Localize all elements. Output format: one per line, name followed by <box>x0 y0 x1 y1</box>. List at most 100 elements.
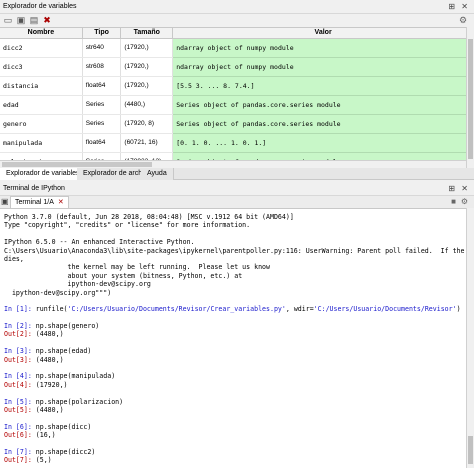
console-tab-label: Terminal 1/A <box>15 199 54 206</box>
terminal-icon[interactable]: ▣ <box>1 197 9 206</box>
cell-name[interactable]: genero <box>0 114 83 134</box>
console-text: IPython 6.5.0 -- An enhanced Interactive… <box>4 238 195 247</box>
cell-value[interactable]: [0. 1. 0. ... 1. 0. 1.] <box>172 133 474 153</box>
console-text: (17920,) <box>35 380 68 389</box>
cell-type[interactable]: str640 <box>82 38 122 58</box>
cell-type[interactable]: str608 <box>82 57 122 77</box>
tab-terminal-1a[interactable]: Terminal 1/A ✕ <box>10 196 69 208</box>
column-header-name[interactable]: Nombre <box>0 28 83 39</box>
cell-name[interactable]: distancia <box>0 76 83 96</box>
cell-name[interactable]: edad <box>0 95 83 115</box>
pane-controls[interactable]: ⊞ ✕ <box>448 184 470 193</box>
cell-type[interactable]: float64 <box>82 133 122 153</box>
variables-vertical-scrollbar[interactable] <box>466 27 474 168</box>
output-prompt: Out[2]: <box>4 330 36 339</box>
delete-icon[interactable]: ✖ <box>42 15 52 25</box>
table-row[interactable]: manipulada float64 (60721, 16) [0. 1. 0. ..… <box>0 133 474 153</box>
scrollbar-thumb[interactable] <box>468 39 473 159</box>
cell-value[interactable]: Series object of pandas.core.series modu… <box>172 95 474 115</box>
console-vertical-scrollbar[interactable] <box>466 208 474 468</box>
cell-type[interactable]: Series <box>82 95 122 115</box>
output-prompt: Out[5]: <box>4 405 36 414</box>
save-icon[interactable]: ▣ <box>16 15 26 25</box>
file-path: 'C:/Users/Usuario/Documents/Revisor' <box>313 305 457 314</box>
console-text: Type "copyright", "credits" or "license"… <box>4 221 251 230</box>
variable-explorer-title: Explorador de variables <box>3 3 77 10</box>
table-row[interactable]: edad Series (4480,) Series object of pandas… <box>0 95 474 115</box>
cell-size[interactable]: (17920, 8) <box>120 114 174 134</box>
cell-value[interactable]: [5.5 3. ... 8. 7.4.] <box>172 76 474 96</box>
pane-controls[interactable]: ⊞ ✕ <box>448 2 470 11</box>
console-text: (5,) <box>35 456 52 465</box>
cell-size[interactable]: (60721, 16) <box>120 133 174 153</box>
variables-table[interactable]: Nombre Tipo Tamaño Valor dicc2 str640 (179… <box>0 27 474 168</box>
gear-icon[interactable]: ⚙ <box>458 15 468 25</box>
cell-size[interactable]: (17920,) <box>120 57 174 77</box>
console-line: In [4]: np.shape(manipulada) <box>4 372 466 380</box>
scrollbar-thumb[interactable] <box>2 162 152 167</box>
cell-value[interactable]: Series object of pandas.core.series modu… <box>172 114 474 134</box>
console-text: about your system (bitness, Python, etc.… <box>4 271 243 280</box>
column-header-type[interactable]: Tipo <box>82 28 122 39</box>
tab-variable-explorer[interactable]: Explorador de variables <box>0 168 87 180</box>
cell-type[interactable]: float64 <box>82 76 122 96</box>
console-line: IPython 6.5.0 -- An enhanced Interactive… <box>4 238 466 246</box>
table-row[interactable]: distancia float64 (17920,) [5.5 3. ... 8. 7… <box>0 76 474 96</box>
console-text: ) <box>456 305 461 314</box>
output-prompt: Out[4]: <box>4 380 36 389</box>
console-line: C:\Users\Usuario\Anaconda3\lib\site-pack… <box>4 247 466 255</box>
console-line: Out[6]: (16,) <box>4 431 466 439</box>
console-tabbar: ▣ Terminal 1/A ✕ ■ ⚙ <box>0 196 474 208</box>
console-line: about your system (bitness, Python, etc.… <box>4 272 466 280</box>
cell-size[interactable]: (17920,) <box>120 76 174 96</box>
cell-name[interactable]: dicc2 <box>0 38 83 58</box>
console-line: In [1]: runfile('C:/Users/Usuario/Docume… <box>4 305 466 313</box>
console-text: np.shape(edad) <box>35 347 92 356</box>
tab-help[interactable]: Ayuda <box>141 168 174 180</box>
pane-tabbar: Explorador de variables Explorador de ar… <box>0 168 474 180</box>
cell-size[interactable]: (4480,) <box>120 95 174 115</box>
cell-name[interactable]: dicc3 <box>0 57 83 77</box>
console-line: ipython-dev@scipy.org""") <box>4 289 466 297</box>
gear-icon[interactable]: ⚙ <box>461 197 468 206</box>
console-text: ipython-dev@scipy.org""") <box>4 288 112 297</box>
column-header-size[interactable]: Tamaño <box>120 28 174 39</box>
input-prompt: In [4]: <box>4 372 36 381</box>
import-icon[interactable]: ▭ <box>3 15 13 25</box>
cell-value[interactable]: ndarray object of numpy module <box>172 57 474 77</box>
console-line: the kernel may be left running. Please l… <box>4 263 466 271</box>
cell-size[interactable]: (17920,) <box>120 38 174 58</box>
stop-icon[interactable]: ■ <box>451 197 456 206</box>
variables-horizontal-scrollbar[interactable] <box>0 160 466 168</box>
console-line: Out[7]: (5,) <box>4 456 466 464</box>
input-prompt: In [1]: <box>4 305 36 314</box>
console-text: (4480,) <box>35 330 64 339</box>
save-as-icon[interactable]: ▤ <box>29 15 39 25</box>
scrollbar-thumb[interactable] <box>468 436 473 464</box>
cell-type[interactable]: Series <box>82 114 122 134</box>
close-icon[interactable]: ✕ <box>58 199 64 206</box>
cell-name[interactable]: manipulada <box>0 133 83 153</box>
console-line: dies, <box>4 255 466 263</box>
console-text: C:\Users\Usuario\Anaconda3\lib\site-pack… <box>4 246 466 255</box>
console-text: (4480,) <box>35 405 64 414</box>
console-text: np.shape(genero) <box>35 322 100 331</box>
variable-explorer-toolbar: ▭ ▣ ▤ ✖ ⚙ <box>0 14 474 27</box>
output-prompt: Out[6]: <box>4 431 36 440</box>
table-row[interactable]: dicc3 str608 (17920,) ndarray object of num… <box>0 57 474 77</box>
cell-value[interactable]: ndarray object of numpy module <box>172 38 474 58</box>
console-text: dies, <box>4 254 24 263</box>
table-row[interactable]: dicc2 str640 (17920,) ndarray object of num… <box>0 38 474 58</box>
console-output[interactable]: Python 3.7.0 (default, Jun 28 2018, 08:0… <box>0 208 466 468</box>
column-header-value[interactable]: Valor <box>172 28 474 39</box>
console-line: Out[4]: (17920,) <box>4 381 466 389</box>
file-path: 'C:/Users/Usuario/Documents/Revisor/Crea… <box>67 305 286 314</box>
console-line: Python 3.7.0 (default, Jun 28 2018, 08:0… <box>4 213 466 221</box>
table-row[interactable]: genero Series (17920, 8) Series object of p… <box>0 114 474 134</box>
table-header-row: Nombre Tipo Tamaño Valor <box>0 28 474 39</box>
console-text: np.shape(dicc) <box>35 422 92 431</box>
